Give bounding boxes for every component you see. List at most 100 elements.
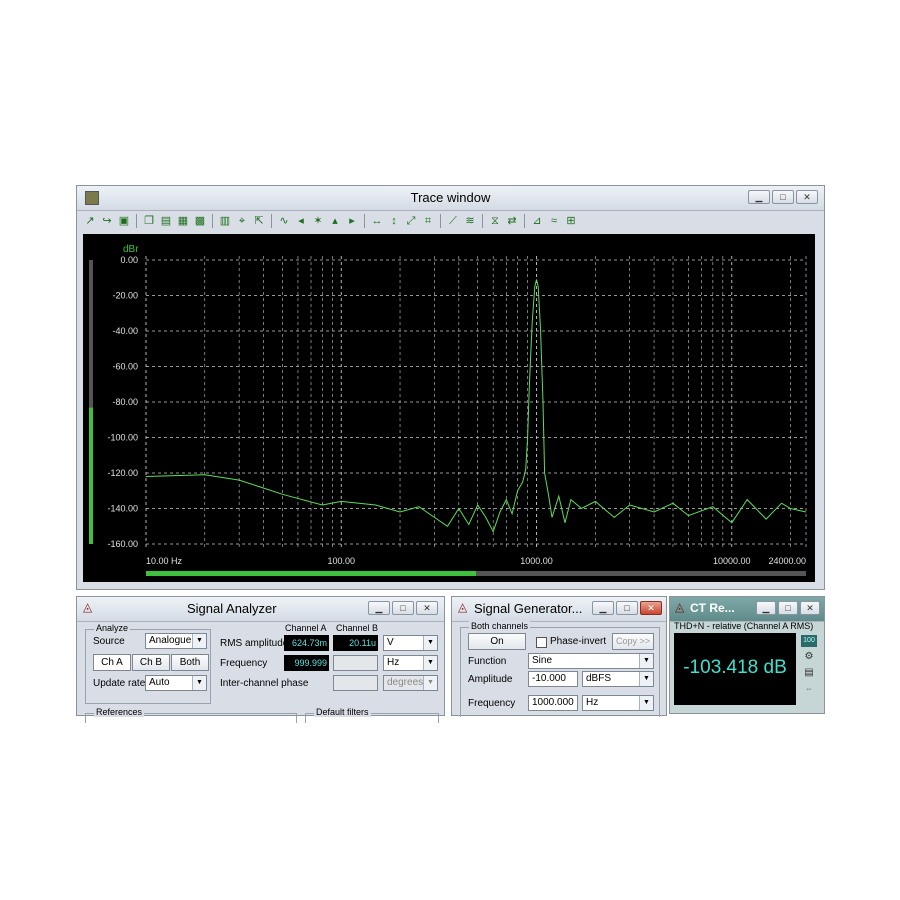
fft-icon[interactable]: ⊞ (564, 214, 578, 228)
ch-b-button[interactable]: Ch B (132, 654, 170, 671)
copy-button[interactable]: Copy >> (612, 633, 654, 650)
cursor-up-icon[interactable]: ▴ (328, 214, 342, 228)
cursor-left-icon[interactable]: ◂ (294, 214, 308, 228)
y-tick-label: -20.00 (112, 291, 138, 301)
phase-invert-checkbox[interactable] (536, 637, 547, 648)
minimize-button[interactable]: ▁ (748, 190, 770, 204)
record-icon[interactable]: ▤ (801, 667, 817, 679)
analyzer-logo-icon: ◬ (83, 600, 93, 614)
minimize-button[interactable]: ▁ (592, 601, 614, 615)
cursor-right-icon[interactable]: ▸ (345, 214, 359, 228)
cursor-peak-icon[interactable]: ✶ (311, 214, 325, 228)
range-icon[interactable]: 100 (801, 635, 817, 647)
chevron-down-icon: ▼ (423, 676, 437, 690)
settings-icon[interactable]: ⚙ (801, 651, 817, 663)
minimize-button[interactable]: ▁ (756, 601, 776, 615)
both-channels-label: Both channels (469, 621, 531, 631)
trace-edit-icon[interactable]: ↪ (100, 214, 114, 228)
save-icon[interactable]: ▣ (117, 214, 131, 228)
x-tick-label: 100.00 (327, 556, 355, 566)
phase-invert-label: Phase-invert (550, 636, 607, 647)
function-select[interactable]: Sine ▼ (528, 653, 654, 669)
gen-frequency-unit-select[interactable]: Hz ▼ (582, 695, 654, 711)
spectrum-chart: dBr0.00 -20.00 -40.00 -60.00 -80.00 -100.00 -1… (89, 244, 807, 576)
close-button[interactable]: ✕ (640, 601, 662, 615)
rms-a-readout: 624.73m (284, 635, 329, 651)
y-tick-label: -140.00 (107, 504, 138, 514)
maximize-button[interactable]: □ (616, 601, 638, 615)
both-button[interactable]: Both (171, 654, 209, 671)
spectrum-trace (145, 279, 807, 533)
y-tick-label: -40.00 (112, 326, 138, 336)
update-rate-value: Auto (149, 677, 170, 688)
toolbar-separator (212, 214, 213, 228)
zoom-box-icon[interactable]: ⌗ (421, 214, 435, 228)
grid-icon[interactable]: ▥ (218, 214, 232, 228)
trace-add-icon[interactable]: ↗ (83, 214, 97, 228)
settings-icon[interactable]: ▩ (193, 214, 207, 228)
marker-icon[interactable]: ⌖ (235, 214, 249, 228)
zoom-x-icon[interactable]: ↔ (370, 214, 384, 228)
chevron-down-icon: ▼ (639, 696, 653, 710)
ct-reader-titlebar[interactable]: ◬ CT Re... ▁ □ ✕ (670, 597, 824, 622)
rms-unit-value: V (387, 637, 394, 648)
ct-reader-window: ◬ CT Re... ▁ □ ✕ THD+N - relative (Chann… (669, 596, 825, 714)
close-button[interactable]: ✕ (796, 190, 818, 204)
close-button[interactable]: ✕ (416, 601, 438, 615)
print-icon[interactable]: ▤ (159, 214, 173, 228)
on-button[interactable]: On (468, 633, 526, 650)
copy-icon[interactable]: ❐ (142, 214, 156, 228)
maximize-button[interactable]: □ (392, 601, 414, 615)
minimize-button[interactable]: ▁ (368, 601, 390, 615)
trace-window: Trace window ▁ □ ✕ ↗ ↪ ▣ ❐ ▤ ▦ ▩ ▥ ⌖ ⇱ ∿ ◂ ✶ ▴ ▸ ↔ ↕ ⤢ ⌗ ⟋ ≋… (76, 185, 825, 590)
overlay-icon[interactable]: ≈ (547, 214, 561, 228)
level-meter-fill (89, 407, 93, 544)
toolbar-separator (440, 214, 441, 228)
maximize-button[interactable]: □ (772, 190, 794, 204)
ch-a-button[interactable]: Ch A (93, 654, 131, 671)
toolbar-separator (524, 214, 525, 228)
y-tick-label: -60.00 (112, 362, 138, 372)
channel-a-header: Channel A (285, 623, 327, 633)
channel-b-header: Channel B (336, 623, 379, 633)
x-tick-label: 10000.00 (713, 556, 751, 566)
ct-display: -103.418 dB (674, 633, 796, 705)
function-value: Sine (532, 655, 553, 666)
rms-unit-select[interactable]: V ▼ (383, 635, 438, 651)
frequency-unit-select[interactable]: Hz ▼ (383, 655, 438, 671)
harmonic-icon[interactable]: ≋ (463, 214, 477, 228)
generator-logo-icon: ◬ (458, 600, 468, 614)
close-button[interactable]: ✕ (800, 601, 820, 615)
signal-analyzer-window: ◬ Signal Analyzer ▁ □ ✕ Analyze Source A… (76, 596, 445, 723)
toolbar-separator (482, 214, 483, 228)
amplitude-unit-select[interactable]: dBFS ▼ (582, 671, 654, 687)
trace-window-titlebar[interactable]: Trace window ▁ □ ✕ (77, 186, 824, 211)
trace-shape-icon[interactable]: ∿ (277, 214, 291, 228)
toolbar-separator (271, 214, 272, 228)
zoom-y-icon[interactable]: ↕ (387, 214, 401, 228)
frequency-input[interactable]: 1000.000 (528, 695, 578, 711)
amplitude-input[interactable]: -10.000 (528, 671, 578, 687)
export-icon[interactable]: ▦ (176, 214, 190, 228)
reference-icon[interactable]: ⊿ (530, 214, 544, 228)
line-icon[interactable]: ⟋ (446, 214, 460, 228)
signal-generator-titlebar[interactable]: ◬ Signal Generator... ▁ □ ✕ (452, 597, 666, 622)
phase-unit-select: degrees ▼ (383, 675, 438, 691)
swap-icon[interactable]: ⇄ (505, 214, 519, 228)
amplitude-unit-value: dBFS (586, 673, 612, 684)
maximize-button[interactable]: □ (778, 601, 798, 615)
chevron-down-icon: ▼ (639, 654, 653, 668)
frequency-b-field (333, 655, 378, 671)
update-rate-label: Update rate (93, 678, 146, 689)
signal-analyzer-titlebar[interactable]: ◬ Signal Analyzer ▁ □ ✕ (77, 597, 444, 622)
expand-icon[interactable]: ⇔ (801, 683, 817, 695)
zoom-fit-icon[interactable]: ⤢ (404, 214, 418, 228)
ct-reader-title: CT Re... (690, 601, 735, 615)
x-tick-label: 1000.00 (520, 556, 553, 566)
filter-icon[interactable]: ⧖ (488, 214, 502, 228)
marker-move-icon[interactable]: ⇱ (252, 214, 266, 228)
spectrum-plot[interactable]: dBr 0.00 -20.00 -40.00 -60.00 -80.00 -100.00 -1… (83, 234, 815, 582)
update-rate-select[interactable]: Auto ▼ (145, 675, 207, 691)
source-select[interactable]: Analogue ▼ (145, 633, 207, 649)
analyze-group-label: Analyze (94, 623, 131, 633)
